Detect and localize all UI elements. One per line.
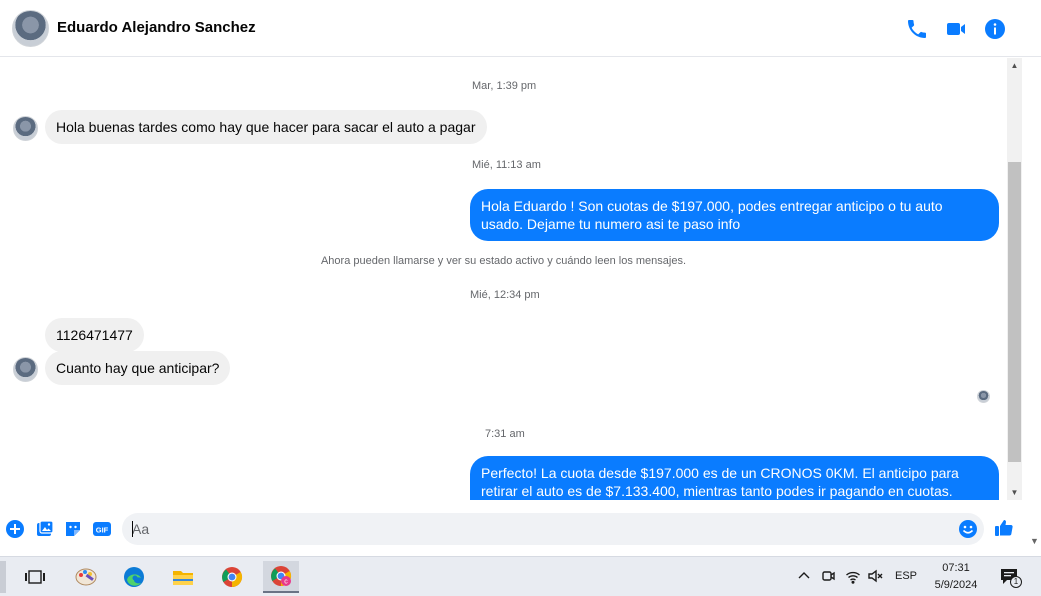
language-indicator[interactable]: ESP: [895, 570, 917, 582]
contact-avatar-small[interactable]: [13, 357, 38, 382]
start-edge[interactable]: [0, 561, 6, 593]
timestamp: Mié, 12:34 pm: [470, 289, 540, 301]
image-icon[interactable]: [35, 519, 55, 539]
notification-count-badge: 1: [1010, 576, 1022, 588]
video-camera-icon[interactable]: [944, 17, 968, 41]
incoming-message[interactable]: Hola buenas tardes como hay que hacer pa…: [45, 110, 487, 144]
contact-avatar-small[interactable]: [13, 116, 38, 141]
scroll-up-arrow-icon[interactable]: ▲: [1007, 58, 1022, 73]
incoming-message[interactable]: Cuanto hay que anticipar?: [45, 351, 231, 385]
message-list: Mar, 1:39 pm Hola buenas tardes como hay…: [0, 58, 1007, 500]
contact-avatar[interactable]: [12, 10, 49, 47]
clock-time: 07:31: [942, 562, 970, 574]
outgoing-message[interactable]: Hola Eduardo ! Son cuotas de $197.000, p…: [470, 189, 999, 241]
incoming-message[interactable]: 1126471477: [45, 318, 144, 352]
info-icon[interactable]: [983, 17, 1007, 41]
timestamp: 7:31 am: [485, 428, 525, 440]
chat-header: Eduardo Alejandro Sanchez: [0, 0, 1041, 57]
active-status-notice: Ahora pueden llamarse y ver su estado ac…: [320, 255, 687, 267]
sticker-icon[interactable]: [63, 519, 83, 539]
message-scrollbar[interactable]: ▲ ▼: [1007, 58, 1022, 500]
clock-date: 5/9/2024: [934, 579, 978, 591]
message-composer: GIF: [0, 508, 1041, 552]
text-caret: [132, 521, 133, 537]
scroll-down-arrow-icon[interactable]: ▼: [1007, 485, 1022, 500]
chrome-profile-icon[interactable]: c: [263, 561, 299, 593]
thumbs-up-icon[interactable]: [994, 518, 1014, 538]
windows-taskbar: c ESP 07:31 5/9/2024 1: [0, 556, 1041, 596]
scroll-thumb[interactable]: [1008, 162, 1021, 462]
meet-now-icon[interactable]: [820, 568, 836, 587]
gif-icon[interactable]: GIF: [92, 519, 112, 539]
system-clock[interactable]: 07:31 5/9/2024: [928, 560, 984, 594]
resize-grip-icon[interactable]: ▼: [1030, 536, 1039, 546]
svg-text:c: c: [284, 579, 288, 586]
outgoing-message[interactable]: Perfecto! La cuota desde $197.000 es de …: [470, 456, 999, 500]
message-input[interactable]: [132, 519, 952, 539]
timestamp: Mar, 1:39 pm: [472, 80, 537, 92]
speaker-muted-icon[interactable]: [867, 568, 883, 587]
paint-app-icon[interactable]: [68, 561, 104, 593]
gif-label: GIF: [96, 526, 109, 535]
file-explorer-icon[interactable]: [165, 561, 201, 593]
contact-name[interactable]: Eduardo Alejandro Sanchez: [57, 19, 256, 36]
task-view-icon[interactable]: [17, 561, 53, 593]
wifi-icon[interactable]: [845, 569, 861, 588]
chrome-icon[interactable]: [214, 561, 250, 593]
plus-icon[interactable]: [5, 519, 25, 539]
edge-browser-icon[interactable]: [116, 561, 152, 593]
emoji-icon[interactable]: [958, 519, 978, 539]
phone-icon[interactable]: [905, 17, 929, 41]
timestamp: Mié, 11:13 am: [472, 159, 541, 171]
message-input-container[interactable]: [122, 513, 984, 545]
seen-avatar-indicator: [977, 390, 990, 403]
show-hidden-icons-chevron-icon[interactable]: [796, 568, 812, 587]
